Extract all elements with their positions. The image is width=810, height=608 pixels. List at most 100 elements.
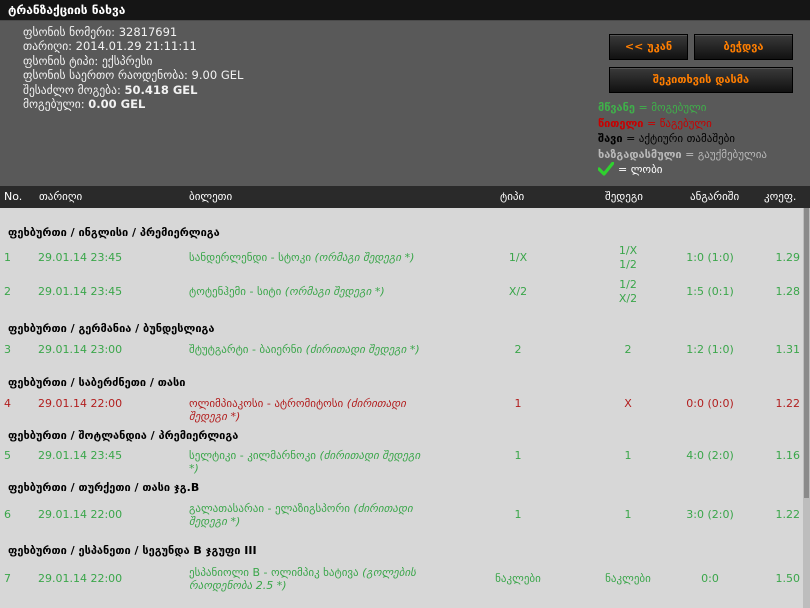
row-odds: 1.29 bbox=[775, 251, 801, 264]
legend-cancelled-word: ხაზგადასმული bbox=[598, 147, 682, 161]
match-note: (ძირითადი შედეგი *) bbox=[305, 343, 420, 356]
section-title: ფეხბურთი / საბერძნეთი / თასი bbox=[8, 376, 186, 389]
row-no: 7 bbox=[4, 572, 11, 585]
row-date: 29.01.14 22:00 bbox=[38, 572, 123, 585]
legend-active-text: = აქტიური თამაშები bbox=[622, 132, 735, 145]
won-value: 0.00 GEL bbox=[88, 97, 146, 112]
slip-number: ფსონის ნომერი: 32817691 bbox=[23, 25, 178, 39]
row-type: X/2 bbox=[508, 285, 528, 298]
row-match: ესპანიოლი B - ოლიმპიკ ხატივა (გოლების რა… bbox=[189, 566, 429, 592]
row-result-1: 1/X bbox=[618, 244, 638, 257]
ask-question-button[interactable]: შეკითხვის დასმა bbox=[609, 67, 793, 93]
row-type: 1/X bbox=[508, 251, 528, 264]
row-type: 1 bbox=[514, 508, 522, 521]
row-no: 1 bbox=[4, 251, 11, 264]
row-type: ნაკლები bbox=[495, 572, 541, 585]
row-match: სანდერლენდი - სტოკი (ორმაგი შედეგი *) bbox=[189, 251, 429, 264]
row-result-1: 1/2 bbox=[619, 278, 637, 291]
col-date: თარიღი bbox=[39, 190, 83, 203]
legend-lobby: = ლობი bbox=[598, 162, 767, 178]
row-score: 1:2 (1:0) bbox=[686, 343, 734, 356]
legend-cancelled-text: = გაუქმებულია bbox=[681, 147, 767, 161]
bets-table: ფეხბურთი / ინგლისი / პრემიერლიგა 1 29.01… bbox=[0, 208, 803, 608]
legend-won: მწვანე = მოგებული bbox=[598, 100, 767, 116]
row-result-1: 1 bbox=[624, 449, 632, 462]
match-name: სელტიკი - კილმარნოკი bbox=[189, 449, 320, 462]
row-type: 2 bbox=[514, 343, 522, 356]
table-header: No. თარიღი ბილეთი ტიპი შედეგი ანგარიში კ… bbox=[0, 186, 810, 208]
row-score: 3:0 (2:0) bbox=[686, 508, 734, 521]
slip-date: თარიღი: 2014.01.29 21:11:11 bbox=[23, 39, 197, 54]
row-score: 0:0 (0:0) bbox=[686, 397, 734, 410]
col-odds: კოეფ. bbox=[764, 190, 797, 203]
row-odds: 1.22 bbox=[775, 397, 801, 410]
section-title: ფეხბურთი / ინგლისი / პრემიერლიგა bbox=[8, 226, 220, 239]
legend-active: შავი = აქტიური თამაშები bbox=[598, 131, 767, 147]
row-no: 6 bbox=[4, 508, 11, 521]
row-result-2: 1/2 bbox=[619, 258, 637, 271]
color-legend: მწვანე = მოგებული წითელი = წაგებული შავი… bbox=[598, 100, 767, 178]
row-date: 29.01.14 23:45 bbox=[38, 449, 123, 462]
match-name: ტოტენჰემი - სიტი bbox=[189, 285, 285, 298]
col-score: ანგარიში bbox=[690, 190, 740, 203]
row-date: 29.01.14 23:45 bbox=[38, 285, 123, 298]
row-odds: 1.50 bbox=[775, 572, 801, 585]
back-button[interactable]: << უკან bbox=[609, 34, 688, 60]
won-label: მოგებული: bbox=[23, 97, 89, 112]
legend-active-word: შავი bbox=[598, 132, 623, 145]
slip-info-panel: ფსონის ნომერი: 32817691 თარიღი: 2014.01.… bbox=[0, 21, 810, 186]
row-result-2: X/2 bbox=[618, 292, 638, 305]
row-date: 29.01.14 22:00 bbox=[38, 508, 123, 521]
scrollbar-thumb[interactable] bbox=[804, 208, 809, 498]
slip-type: ფსონის ტიპი: ექსპრესი bbox=[23, 53, 153, 68]
row-odds: 1.16 bbox=[775, 449, 801, 462]
won-amount: მოგებული: 0.00 GEL bbox=[23, 97, 243, 111]
col-no: No. bbox=[4, 190, 23, 203]
row-type: 1 bbox=[514, 449, 522, 462]
row-odds: 1.22 bbox=[775, 508, 801, 521]
print-button[interactable]: ბეჭდვა bbox=[694, 34, 793, 60]
possible-win-value: 50.418 GEL bbox=[124, 82, 198, 97]
section-title: ფეხბურთი / ესპანეთი / სეგუნდა B ჯგუფი II… bbox=[8, 544, 257, 557]
row-type: 1 bbox=[514, 397, 522, 410]
col-match: ბილეთი bbox=[189, 190, 233, 203]
legend-lost-text: = წაგებული bbox=[643, 116, 712, 130]
row-score: 0:0 bbox=[701, 572, 719, 585]
row-no: 2 bbox=[4, 285, 11, 298]
col-type: ტიპი bbox=[500, 190, 525, 203]
vertical-scrollbar[interactable] bbox=[803, 208, 810, 608]
row-result-1: 1 bbox=[624, 508, 632, 521]
window-title: ტრანზაქციის ნახვა bbox=[0, 0, 810, 21]
legend-lobby-text: = ლობი bbox=[618, 163, 663, 176]
section-title: ფეხბურთი / თურქეთი / თასი ჯგ.B bbox=[8, 481, 200, 494]
row-match: სელტიკი - კილმარნოკი (ძირითადი შედეგი *) bbox=[189, 449, 429, 475]
legend-lost-word: წითელი bbox=[598, 116, 644, 130]
legend-cancelled: ხაზგადასმული = გაუქმებულია bbox=[598, 147, 767, 163]
row-no: 4 bbox=[4, 397, 11, 410]
row-score: 4:0 (2:0) bbox=[686, 449, 734, 462]
row-odds: 1.31 bbox=[775, 343, 801, 356]
checkmark-icon bbox=[598, 162, 614, 176]
row-date: 29.01.14 23:00 bbox=[38, 343, 123, 356]
possible-win-label: შესაძლო მოგება: bbox=[23, 82, 125, 97]
possible-win: შესაძლო მოგება: 50.418 GEL bbox=[23, 83, 243, 97]
match-note: (ორმაგი შედეგი *) bbox=[284, 285, 385, 298]
row-match: გალათასარაი - ელაზიგსპორი (ძირითადი შედე… bbox=[189, 502, 429, 528]
row-match: შტუტგარტი - ბაიერნი (ძირითადი შედეგი *) bbox=[189, 343, 429, 356]
section-title: ფეხბურთი / შოტლანდია / პრემიერლიგა bbox=[8, 429, 239, 442]
row-result-1: 2 bbox=[624, 343, 632, 356]
section-title: ფეხბურთი / გერმანია / ბუნდესლიგა bbox=[8, 322, 215, 335]
row-date: 29.01.14 23:45 bbox=[38, 251, 123, 264]
match-name: შტუტგარტი - ბაიერნი bbox=[189, 343, 306, 356]
row-no: 3 bbox=[4, 343, 11, 356]
row-match: ოლიმპიაკოსი - ატრომიტოსი (ძირითადი შედეგ… bbox=[189, 397, 429, 423]
match-note: (ორმაგი შედეგი *) bbox=[314, 251, 415, 264]
slip-total: ფსონის საერთო რაოდენობა: 9.00 GEL bbox=[23, 68, 244, 83]
col-result: შედეგი bbox=[605, 190, 643, 203]
match-name: ოლიმპიაკოსი - ატრომიტოსი bbox=[189, 397, 347, 410]
match-name: გალათასარაი - ელაზიგსპორი bbox=[189, 502, 354, 515]
row-match: ტოტენჰემი - სიტი (ორმაგი შედეგი *) bbox=[189, 285, 429, 298]
legend-lost: წითელი = წაგებული bbox=[598, 116, 767, 132]
legend-won-word: მწვანე bbox=[598, 101, 635, 114]
row-date: 29.01.14 22:00 bbox=[38, 397, 123, 410]
